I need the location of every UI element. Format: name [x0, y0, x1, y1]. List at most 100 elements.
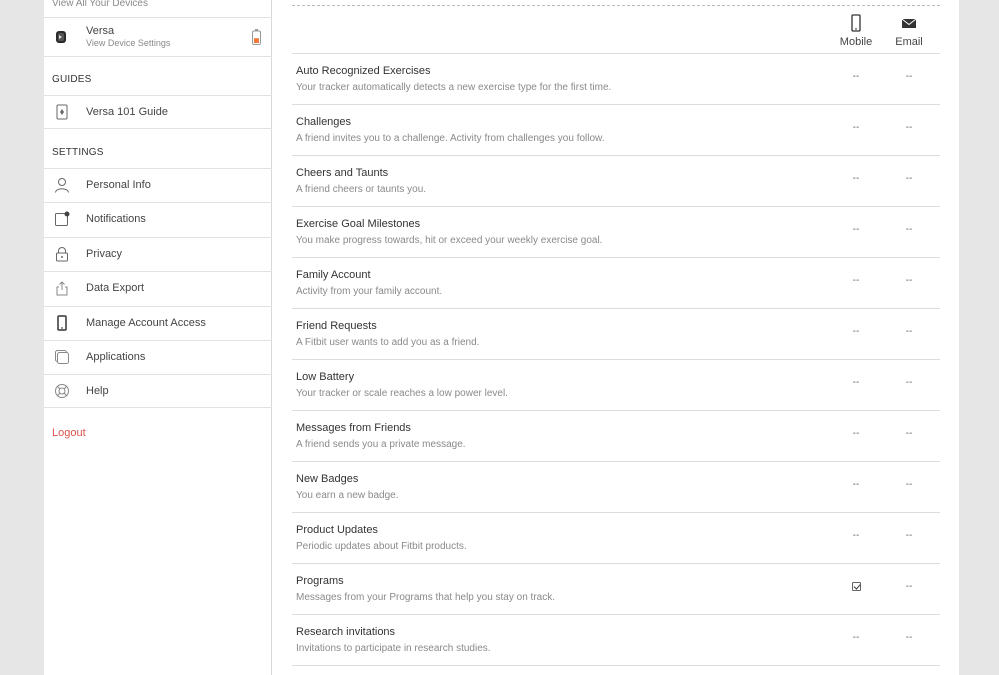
sidebar-item-label: Personal Info [86, 179, 151, 191]
mobile-toggle[interactable]: -- [841, 428, 871, 439]
mobile-toggle[interactable]: -- [841, 479, 871, 490]
sidebar-item-label: Notifications [86, 213, 146, 225]
dashed-divider [292, 5, 940, 6]
notification-title: New Badges [296, 473, 359, 485]
notification-list: Auto Recognized Exercises Your tracker au… [292, 54, 940, 666]
table-row: Programs Messages from your Programs that… [292, 564, 940, 615]
table-row: Cheers and Taunts A friend cheers or taun… [292, 156, 940, 207]
table-row: Challenges A friend invites you to a chal… [292, 105, 940, 156]
email-toggle[interactable]: -- [894, 632, 924, 643]
notification-title: Messages from Friends [296, 422, 411, 434]
mobile-toggle[interactable]: -- [841, 71, 871, 82]
sidebar-item-manage-account-access[interactable]: Manage Account Access [44, 306, 272, 340]
device-settings-link[interactable]: View Device Settings [86, 38, 170, 48]
notification-description: Your tracker automatically detects a new… [296, 82, 612, 93]
mobile-toggle[interactable]: -- [841, 326, 871, 337]
notification-title: Research invitations [296, 626, 396, 638]
mobile-toggle[interactable]: -- [841, 530, 871, 541]
sidebar-item-applications[interactable]: Applications [44, 340, 272, 374]
sidebar-item-label: Manage Account Access [86, 317, 206, 329]
mobile-checkbox[interactable] [841, 581, 871, 593]
view-all-devices-link[interactable]: View All Your Devices [52, 0, 148, 9]
email-toggle[interactable]: -- [894, 326, 924, 337]
column-header-mobile: Mobile [826, 14, 886, 48]
table-row: Research invitations Invitations to parti… [292, 615, 940, 666]
phone-icon [57, 315, 67, 331]
mobile-icon [851, 14, 861, 32]
email-toggle[interactable]: -- [894, 173, 924, 184]
notification-title: Product Updates [296, 524, 378, 536]
email-toggle[interactable]: -- [894, 377, 924, 388]
notification-icon [55, 211, 70, 226]
person-icon [55, 178, 69, 193]
sidebar-item-label: Versa 101 Guide [86, 106, 168, 118]
battery-icon [252, 29, 261, 45]
email-toggle[interactable]: -- [894, 581, 924, 592]
applications-icon [55, 350, 69, 364]
notification-title: Friend Requests [296, 320, 377, 332]
table-row: Family Account Activity from your family … [292, 258, 940, 309]
sidebar-item-data-export[interactable]: Data Export [44, 271, 272, 305]
notification-description: You earn a new badge. [296, 490, 399, 501]
notification-title: Auto Recognized Exercises [296, 65, 431, 77]
table-row: Low Battery Your tracker or scale reaches… [292, 360, 940, 411]
email-toggle[interactable]: -- [894, 479, 924, 490]
notification-title: Cheers and Taunts [296, 167, 389, 179]
export-icon [56, 281, 68, 296]
email-toggle[interactable]: -- [894, 122, 924, 133]
watch-icon [56, 31, 66, 43]
device-item-versa[interactable]: Versa View Device Settings [44, 18, 272, 57]
email-toggle[interactable]: -- [894, 530, 924, 541]
sidebar-item-help[interactable]: Help [44, 374, 272, 408]
email-toggle[interactable]: -- [894, 224, 924, 235]
notification-title: Challenges [296, 116, 352, 128]
notification-title: Low Battery [296, 371, 355, 383]
notification-description: Periodic updates about Fitbit products. [296, 541, 467, 552]
lock-icon [56, 247, 68, 262]
email-toggle[interactable]: -- [894, 275, 924, 286]
notification-description: A friend sends you a private message. [296, 439, 466, 450]
notification-description: Activity from your family account. [296, 286, 443, 297]
notification-description: Invitations to participate in research s… [296, 643, 491, 654]
notification-description: A Fitbit user wants to add you as a frie… [296, 337, 480, 348]
sidebar-item-label: Applications [86, 351, 146, 363]
email-toggle[interactable]: -- [894, 71, 924, 82]
notifications-settings: Mobile Email Auto Recognized Exercises Yo… [292, 0, 940, 675]
sidebar-item-label: Privacy [86, 248, 123, 260]
mobile-toggle[interactable]: -- [841, 632, 871, 643]
mobile-toggle[interactable]: -- [841, 377, 871, 388]
column-label: Mobile [839, 36, 873, 48]
settings-page: View All Your Devices Versa View Device … [44, 0, 959, 675]
guides-heading: GUIDES [52, 74, 92, 85]
sidebar-item-privacy[interactable]: Privacy [44, 237, 272, 271]
mobile-toggle[interactable]: -- [841, 275, 871, 286]
sidebar-item-notifications[interactable]: Notifications [44, 202, 272, 236]
table-row: Auto Recognized Exercises Your tracker au… [292, 54, 940, 105]
envelope-icon [901, 18, 917, 28]
settings-heading: SETTINGS [52, 147, 104, 158]
notification-title: Programs [296, 575, 344, 587]
table-row: Product Updates Periodic updates about Fi… [292, 513, 940, 564]
logout-link[interactable]: Logout [52, 427, 86, 439]
table-row: Exercise Goal Milestones You make progres… [292, 207, 940, 258]
email-toggle[interactable]: -- [894, 428, 924, 439]
notification-description: A friend invites you to a challenge. Act… [296, 133, 605, 144]
notification-description: Messages from your Programs that help yo… [296, 592, 555, 603]
notification-description: A friend cheers or taunts you. [296, 184, 427, 195]
guide-icon [56, 104, 68, 120]
sidebar-item-personal-info[interactable]: Personal Info [44, 168, 272, 202]
device-name: Versa [86, 25, 115, 37]
checkbox-checked-icon[interactable] [851, 582, 861, 591]
lifebuoy-icon [55, 384, 69, 398]
sidebar-item-versa-guide[interactable]: Versa 101 Guide [44, 95, 272, 129]
mobile-toggle[interactable]: -- [841, 122, 871, 133]
notification-description: You make progress towards, hit or exceed… [296, 235, 603, 246]
column-header-email: Email [879, 14, 939, 48]
table-row: New Badges You earn a new badge. -- -- [292, 462, 940, 513]
notification-title: Exercise Goal Milestones [296, 218, 421, 230]
table-row: Messages from Friends A friend sends you … [292, 411, 940, 462]
mobile-toggle[interactable]: -- [841, 173, 871, 184]
mobile-toggle[interactable]: -- [841, 224, 871, 235]
column-label: Email [895, 36, 923, 48]
table-row: Friend Requests A Fitbit user wants to ad… [292, 309, 940, 360]
